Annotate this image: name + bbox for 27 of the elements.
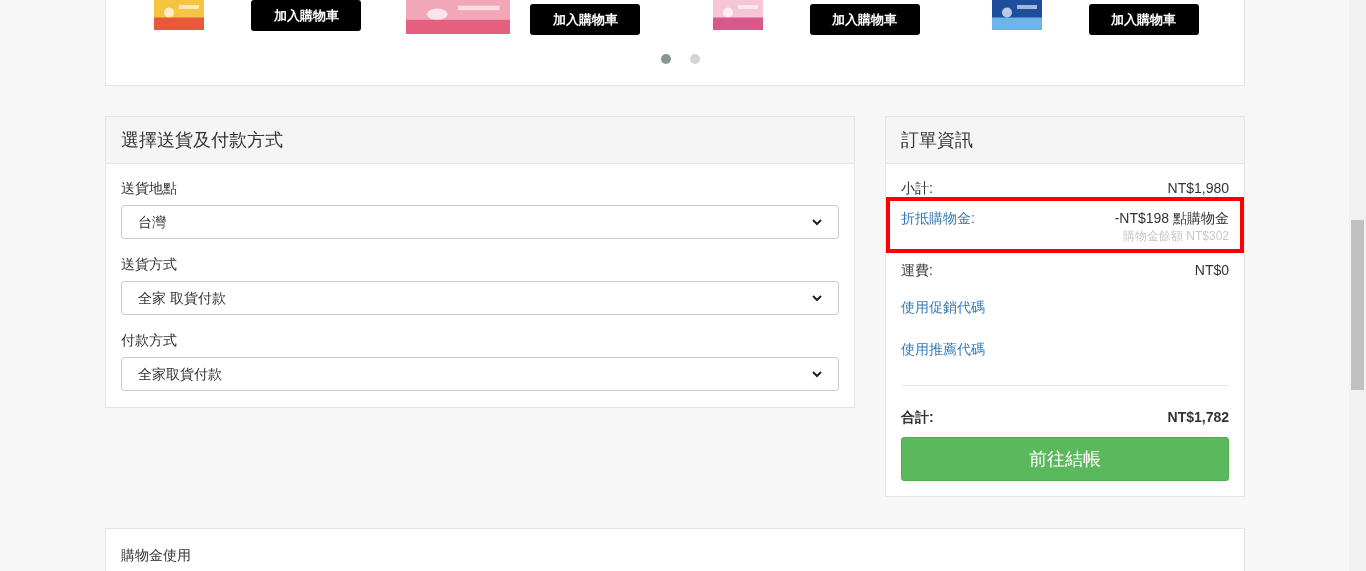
promo-code-link[interactable]: 使用促銷代碼 <box>901 297 985 317</box>
scrollbar[interactable] <box>1349 0 1366 571</box>
section-title: 購物金使用 <box>121 547 191 563</box>
add-to-cart-button[interactable]: 加入購物車 <box>1088 4 1199 35</box>
chevron-down-icon <box>812 294 822 302</box>
total-label: 合計: <box>901 408 934 427</box>
credit-value: -NT$198 點購物金 <box>1114 209 1229 228</box>
select-field[interactable]: 全家取貨付款 <box>121 357 839 391</box>
field-label: 送貨地點 <box>121 179 178 198</box>
select-field[interactable]: 台灣 <box>121 205 839 239</box>
field-label: 送貨方式 <box>121 255 178 274</box>
chevron-down-icon <box>812 218 822 226</box>
total-value: NT$1,782 <box>1167 408 1229 427</box>
shipping-value: NT$0 <box>1194 261 1229 280</box>
promo-code-link[interactable]: 使用推薦代碼 <box>901 339 985 359</box>
panel-title: 選擇送貨及付款方式 <box>121 128 283 152</box>
subtotal-value: NT$1,980 <box>1167 179 1229 198</box>
field-label: 付款方式 <box>121 331 178 350</box>
add-to-cart-button[interactable]: 加入購物車 <box>809 4 920 35</box>
panel-title: 訂單資訊 <box>901 128 973 152</box>
shipping-label: 運費: <box>901 261 933 280</box>
credit-link[interactable]: 折抵購物金: <box>901 208 975 228</box>
add-to-cart-button[interactable]: 加入購物車 <box>251 0 361 31</box>
chevron-down-icon <box>812 370 822 378</box>
select-field[interactable]: 全家 取貨付款 <box>121 281 839 315</box>
add-to-cart-button[interactable]: 加入購物車 <box>530 4 641 35</box>
subtotal-label: 小計: <box>901 179 933 198</box>
